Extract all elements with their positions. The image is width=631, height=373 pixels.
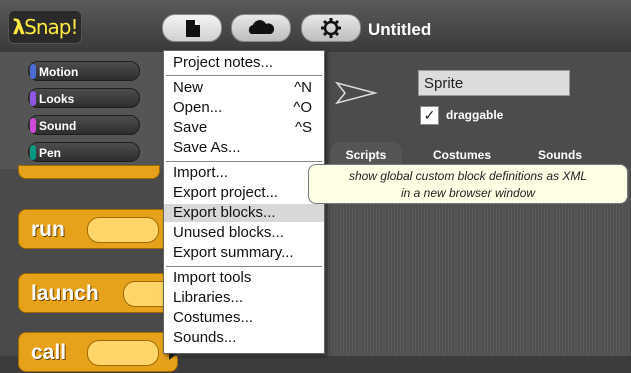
file-menu-button[interactable] <box>162 14 222 42</box>
file-menu: Project notes... New ^N Open... ^O Save ^S … <box>163 50 325 354</box>
menu-item-sounds[interactable]: Sounds... <box>164 329 324 347</box>
menu-item-shortcut: ^O <box>293 99 312 116</box>
sprite-name-field[interactable]: Sprite <box>418 70 570 96</box>
tooltip: show global custom block definitions as … <box>308 164 628 204</box>
menu-item-label: Export summary... <box>173 244 294 261</box>
menu-item-save[interactable]: Save ^S <box>164 119 324 137</box>
category-color-swatch <box>30 64 36 79</box>
menu-item-save-as[interactable]: Save As... <box>164 139 324 157</box>
tooltip-line: in a new browser window <box>400 186 536 200</box>
menu-item-export-project[interactable]: Export project... <box>164 184 324 202</box>
menu-separator <box>166 161 322 162</box>
category-motion[interactable]: Motion <box>28 61 140 81</box>
category-label: Pen <box>39 146 62 160</box>
menu-item-project-notes[interactable]: Project notes... <box>164 54 324 72</box>
menu-item-unused-blocks[interactable]: Unused blocks... <box>164 224 324 242</box>
cloud-icon <box>248 20 275 34</box>
menu-item-import-tools[interactable]: Import tools <box>164 269 324 287</box>
menu-item-export-blocks[interactable]: Export blocks... <box>164 204 324 222</box>
menu-separator <box>166 75 322 76</box>
block-palette <box>0 169 175 356</box>
category-pen[interactable]: Pen <box>28 142 140 162</box>
menu-item-label: Unused blocks... <box>173 224 284 241</box>
file-icon <box>186 20 200 37</box>
menu-item-open[interactable]: Open... ^O <box>164 99 324 117</box>
launch-block[interactable]: launch <box>18 273 181 313</box>
ring-slot[interactable] <box>87 217 159 243</box>
menu-item-export-summary[interactable]: Export summary... <box>164 244 324 262</box>
category-color-swatch <box>30 145 36 160</box>
tooltip-line: show global custom block definitions as … <box>348 169 588 183</box>
call-block[interactable]: call <box>18 332 178 372</box>
category-label: Sound <box>39 119 77 133</box>
menu-item-costumes[interactable]: Costumes... <box>164 309 324 327</box>
block-partial[interactable] <box>18 165 160 179</box>
menu-item-label: Save <box>173 119 208 136</box>
menu-item-new[interactable]: New ^N <box>164 79 324 97</box>
menu-item-label: Libraries... <box>173 289 244 306</box>
settings-button[interactable] <box>301 14 361 42</box>
menu-item-label: New <box>173 79 204 96</box>
menu-item-import[interactable]: Import... <box>164 164 324 182</box>
logo-text: Snap! <box>24 15 78 39</box>
gear-icon <box>321 18 341 38</box>
sprite-arrow-icon <box>335 81 378 105</box>
menu-item-label: Export blocks... <box>173 204 276 221</box>
menu-item-label: Save As... <box>173 139 241 156</box>
menu-item-label: Import... <box>173 164 229 181</box>
run-block[interactable]: run <box>18 209 178 249</box>
draggable-label: draggable <box>446 108 504 122</box>
block-label: launch <box>31 282 99 305</box>
category-color-swatch <box>30 91 36 106</box>
menu-item-label: Export project... <box>173 184 279 201</box>
project-title: Untitled <box>368 20 432 39</box>
ring-slot[interactable] <box>87 340 159 366</box>
menu-item-shortcut: ^S <box>294 119 312 136</box>
cloud-button[interactable] <box>231 14 291 42</box>
menu-item-shortcut: ^N <box>294 79 312 96</box>
menu-item-label: Import tools <box>173 269 252 286</box>
block-label: call <box>31 341 67 364</box>
draggable-checkbox[interactable]: ✓ <box>420 106 439 125</box>
category-looks[interactable]: Looks <box>28 88 140 108</box>
menu-separator <box>166 266 322 267</box>
category-label: Looks <box>39 92 75 106</box>
menu-item-libraries[interactable]: Libraries... <box>164 289 324 307</box>
category-sound[interactable]: Sound <box>28 115 140 135</box>
lambda-icon: λ <box>12 15 26 39</box>
menu-item-label: Sounds... <box>173 329 237 346</box>
menu-item-label: Open... <box>173 99 223 116</box>
category-color-swatch <box>30 118 36 133</box>
menu-item-label: Project notes... <box>173 54 274 71</box>
block-label: run <box>31 218 65 241</box>
menu-item-label: Costumes... <box>173 309 254 326</box>
category-label: Motion <box>39 65 79 79</box>
snap-logo[interactable]: λSnap! <box>8 10 82 44</box>
